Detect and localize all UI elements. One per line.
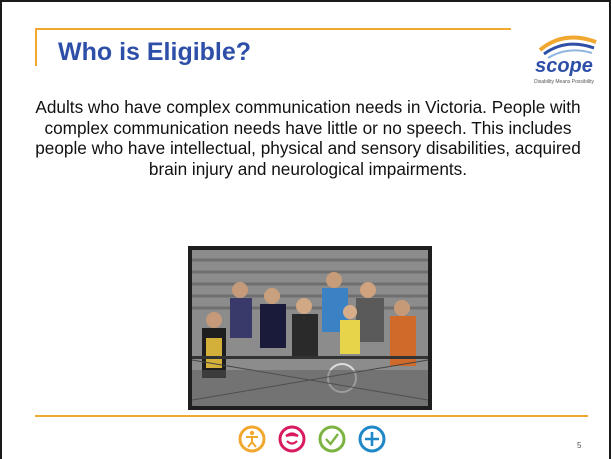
accessibility-icon: [237, 424, 267, 454]
slide-title: Who is Eligible?: [58, 38, 252, 66]
group-photo: [188, 246, 432, 410]
eligibility-description: Adults who have complex communication ne…: [35, 97, 581, 179]
communication-icon: [277, 424, 307, 454]
scope-logo: scope Disability Means Possibility: [524, 28, 604, 90]
title-rule-left: [35, 28, 37, 66]
footer-rule: [35, 415, 588, 417]
logo-tagline: Disability Means Possibility: [534, 79, 595, 85]
slide: Who is Eligible? scope Disability Means …: [0, 0, 611, 459]
title-rule-top: [35, 28, 511, 30]
check-icon: [317, 424, 347, 454]
page-number: 5: [577, 441, 582, 450]
plus-icon: [357, 424, 387, 454]
logo-wordmark: scope: [535, 55, 593, 77]
footer-icons: [237, 424, 437, 456]
